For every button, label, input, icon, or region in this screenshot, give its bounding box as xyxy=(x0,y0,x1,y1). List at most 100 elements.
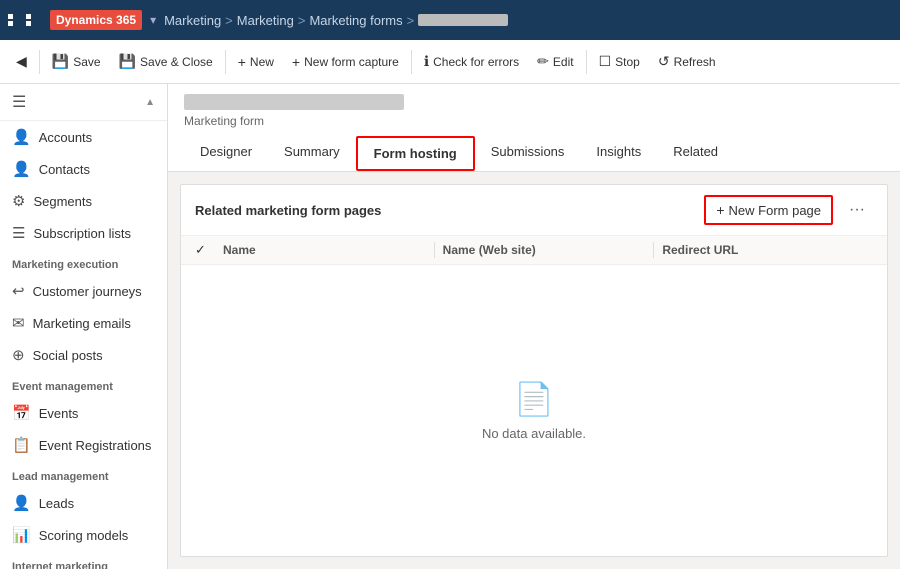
sidebar-item-segments[interactable]: ⚙ Segments xyxy=(0,185,167,217)
sidebar-item-marketing-emails[interactable]: ✉ Marketing emails xyxy=(0,307,167,339)
breadcrumb-module[interactable]: Marketing xyxy=(164,13,221,28)
customer-journeys-icon: ↩ xyxy=(12,282,25,300)
back-button[interactable]: ◀ xyxy=(8,48,35,75)
toolbar-divider-1 xyxy=(39,50,40,74)
refresh-label: Refresh xyxy=(674,55,716,69)
sidebar-item-events[interactable]: 📅 Events xyxy=(0,397,167,429)
tab-submissions[interactable]: Submissions xyxy=(475,136,581,171)
breadcrumb: Marketing > Marketing > Marketing forms … xyxy=(164,13,508,28)
app-chevron-icon[interactable]: ▾ xyxy=(150,13,156,27)
stop-icon: ☐ xyxy=(599,53,612,70)
tab-related[interactable]: Related xyxy=(657,136,734,171)
leads-icon: 👤 xyxy=(12,494,31,512)
tab-designer[interactable]: Designer xyxy=(184,136,268,171)
sidebar-item-event-registrations[interactable]: 📋 Event Registrations xyxy=(0,429,167,461)
sidebar-events-label: Events xyxy=(39,406,79,421)
new-label: New xyxy=(250,55,274,69)
toolbar: ◀ 💾 Save 💾 Save & Close + New + New form… xyxy=(0,40,900,84)
sidebar-item-leads[interactable]: 👤 Leads xyxy=(0,487,167,519)
check-errors-label: Check for errors xyxy=(433,55,519,69)
sidebar-item-social-posts[interactable]: ⊕ Social posts xyxy=(0,339,167,371)
scoring-models-icon: 📊 xyxy=(12,526,31,544)
breadcrumb-marketing[interactable]: Marketing xyxy=(237,13,294,28)
new-capture-label: New form capture xyxy=(304,55,399,69)
col-check: ✓ xyxy=(195,242,223,258)
breadcrumb-record xyxy=(418,14,508,26)
save-close-icon: 💾 xyxy=(119,53,136,70)
more-options-button[interactable]: ··· xyxy=(841,198,873,222)
new-form-capture-button[interactable]: + New form capture xyxy=(284,49,407,75)
no-data-area: 📄 No data available. xyxy=(181,265,887,556)
subscription-lists-icon: ☰ xyxy=(12,224,25,242)
no-data-icon: 📄 xyxy=(514,380,554,418)
sidebar-item-customer-journeys[interactable]: ↩ Customer journeys xyxy=(0,275,167,307)
tab-form-hosting-label: Form hosting xyxy=(374,146,457,161)
sidebar-item-accounts[interactable]: 👤 Accounts xyxy=(0,121,167,153)
sidebar-section-event-management: Event management xyxy=(0,371,167,397)
sidebar: ☰ ▲ 👤 Accounts 👤 Contacts ⚙ Segments ☰ S… xyxy=(0,84,168,569)
record-title-blurred xyxy=(184,94,404,110)
sidebar-accounts-label: Accounts xyxy=(39,130,92,145)
sidebar-customer-journeys-label: Customer journeys xyxy=(33,284,142,299)
tab-form-hosting[interactable]: Form hosting xyxy=(356,136,475,171)
col-sep-2 xyxy=(653,242,654,258)
sidebar-item-subscription-lists[interactable]: ☰ Subscription lists xyxy=(0,217,167,249)
panel-title: Related marketing form pages xyxy=(195,203,381,218)
sidebar-contacts-label: Contacts xyxy=(39,162,90,177)
sidebar-section-marketing-execution: Marketing execution xyxy=(0,249,167,275)
app-grid-icon[interactable] xyxy=(8,14,42,26)
tab-insights-label: Insights xyxy=(596,144,641,159)
save-close-button[interactable]: 💾 Save & Close xyxy=(111,48,221,75)
tab-submissions-label: Submissions xyxy=(491,144,565,159)
sidebar-item-contacts[interactable]: 👤 Contacts xyxy=(0,153,167,185)
segments-icon: ⚙ xyxy=(12,192,25,210)
tab-bar: Designer Summary Form hosting Submission… xyxy=(184,136,884,171)
sidebar-section-internet-marketing: Internet marketing xyxy=(0,551,167,569)
related-form-pages-panel: Related marketing form pages + New Form … xyxy=(180,184,888,557)
col-sep-1 xyxy=(434,242,435,258)
tab-summary[interactable]: Summary xyxy=(268,136,356,171)
new-capture-icon: + xyxy=(292,54,300,70)
tab-insights[interactable]: Insights xyxy=(580,136,657,171)
stop-button[interactable]: ☐ Stop xyxy=(591,48,648,75)
sidebar-header: ☰ ▲ xyxy=(0,84,167,121)
check-errors-button[interactable]: ℹ Check for errors xyxy=(416,48,527,75)
tab-summary-label: Summary xyxy=(284,144,340,159)
save-close-label: Save & Close xyxy=(140,55,213,69)
new-button[interactable]: + New xyxy=(230,49,282,75)
breadcrumb-sep1: > xyxy=(225,13,233,28)
refresh-button[interactable]: ↺ Refresh xyxy=(650,48,724,75)
contacts-icon: 👤 xyxy=(12,160,31,178)
sidebar-event-registrations-label: Event Registrations xyxy=(39,438,152,453)
new-form-page-button[interactable]: + New Form page xyxy=(704,195,833,225)
record-header: Marketing form Designer Summary Form hos… xyxy=(168,84,900,172)
more-options-icon: ··· xyxy=(849,201,865,218)
edit-icon: ✏ xyxy=(537,53,549,70)
sidebar-segments-label: Segments xyxy=(33,194,92,209)
save-button[interactable]: 💾 Save xyxy=(44,48,109,75)
event-registrations-icon: 📋 xyxy=(12,436,31,454)
sidebar-subscription-lists-label: Subscription lists xyxy=(33,226,131,241)
sidebar-marketing-emails-label: Marketing emails xyxy=(33,316,131,331)
sidebar-item-scoring-models[interactable]: 📊 Scoring models xyxy=(0,519,167,551)
hamburger-icon[interactable]: ☰ xyxy=(12,92,26,112)
back-icon: ◀ xyxy=(16,53,27,70)
col-website-header: Name (Web site) xyxy=(443,243,654,257)
scroll-up-icon[interactable]: ▲ xyxy=(145,97,155,108)
sidebar-social-posts-label: Social posts xyxy=(33,348,103,363)
col-redirect-header: Redirect URL xyxy=(662,243,873,257)
breadcrumb-forms[interactable]: Marketing forms xyxy=(309,13,402,28)
stop-label: Stop xyxy=(615,55,640,69)
refresh-icon: ↺ xyxy=(658,53,670,70)
toolbar-divider-4 xyxy=(586,50,587,74)
main-layout: ☰ ▲ 👤 Accounts 👤 Contacts ⚙ Segments ☰ S… xyxy=(0,84,900,569)
tab-designer-label: Designer xyxy=(200,144,252,159)
edit-button[interactable]: ✏ Edit xyxy=(529,48,581,75)
content-area: Marketing form Designer Summary Form hos… xyxy=(168,84,900,569)
sidebar-scoring-models-label: Scoring models xyxy=(39,528,129,543)
accounts-icon: 👤 xyxy=(12,128,31,146)
new-form-page-plus-icon: + xyxy=(716,202,724,218)
edit-label: Edit xyxy=(553,55,574,69)
dynamics-logo: Dynamics 365 xyxy=(50,10,142,30)
save-icon: 💾 xyxy=(52,53,69,70)
